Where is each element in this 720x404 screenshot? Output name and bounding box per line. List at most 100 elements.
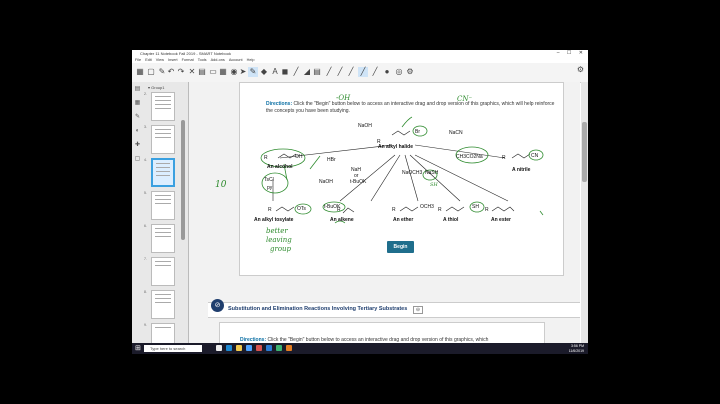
page-number: 6. [144, 224, 147, 228]
begin-button[interactable]: Begin [387, 241, 414, 253]
label-alkene: An alkene [330, 217, 354, 223]
menu-file[interactable]: File [135, 58, 141, 62]
app-icon[interactable] [286, 345, 292, 351]
chrome-icon[interactable] [256, 345, 262, 351]
smart-notebook-icon[interactable] [276, 345, 282, 351]
settings-icon[interactable]: ⚙ [405, 67, 415, 77]
transparency-icon[interactable]: ◎ [394, 67, 404, 77]
reagent-tbuok: t-BuOK [350, 179, 367, 185]
screen-shade-icon[interactable]: ▭ [208, 67, 218, 77]
view-screens-icon[interactable]: ▦ [135, 67, 145, 77]
attachments-icon[interactable]: ✎ [134, 114, 141, 121]
content-page: Directions: Click the "Begin" button bel… [239, 82, 564, 276]
word-icon[interactable] [266, 345, 272, 351]
section-header: ⊘ Substitution and Elimination Reactions… [208, 299, 580, 318]
handwriting-oh-minus: -OH [336, 94, 351, 102]
pen-tool-icon[interactable]: ✎ [248, 67, 258, 77]
scroll-thumb[interactable] [582, 122, 587, 182]
taskbar: ⊞ Type here to search 3:56 PM 11/6/2019 [132, 343, 588, 354]
collapse-icon[interactable]: ⊖ [413, 306, 423, 314]
thickness-icon[interactable]: ● [382, 67, 392, 77]
page-number: 5. [144, 191, 147, 195]
label-r: R [485, 207, 489, 213]
label-oh: OH [295, 154, 303, 160]
menu-account[interactable]: Account [229, 58, 243, 62]
menu-tools[interactable]: Tools [198, 58, 207, 62]
color-red-icon[interactable]: ╱ [370, 67, 380, 77]
label-och3: OCH3 [420, 204, 434, 210]
window-title: Chapter 11 Notebook Fall 2019 - SMART No… [140, 51, 231, 56]
windows-start-icon[interactable]: ⊞ [135, 345, 141, 352]
label-alcohol: An alcohol [267, 164, 293, 170]
section-title: Substitution and Elimination Reactions I… [228, 306, 408, 312]
page-thumbnail[interactable] [151, 224, 175, 253]
label-sh: SH [472, 204, 479, 210]
page-thumbnail[interactable] [151, 125, 175, 154]
store-icon[interactable] [246, 345, 252, 351]
window-controls[interactable]: – ☐ ✕ [557, 50, 586, 57]
page-sorter-icon[interactable]: ▤ [134, 86, 141, 93]
reagent-naoh: NaOH [358, 123, 372, 129]
handwriting-leaving: leaving [266, 236, 292, 244]
menu-format[interactable]: Format [182, 58, 194, 62]
properties-gear-icon[interactable]: ⚙ [577, 65, 584, 74]
clock-date: 11/6/2019 [568, 348, 584, 353]
measure-icon[interactable]: ▤ [312, 67, 322, 77]
taskbar-search[interactable]: Type here to search [144, 345, 202, 352]
color-green-icon[interactable]: ╱ [335, 67, 345, 77]
shapes-icon[interactable]: ◼ [280, 67, 290, 77]
eraser-icon[interactable]: ◆ [259, 67, 269, 77]
edge-icon[interactable] [226, 345, 232, 351]
reagent-hbr: HBr [327, 157, 336, 163]
addons-icon[interactable]: ✚ [134, 142, 141, 149]
file-explorer-icon[interactable] [236, 345, 242, 351]
reagent-naoch3: NaOCH3 [402, 170, 423, 176]
page-thumbnail[interactable] [151, 92, 175, 121]
page-thumbnail[interactable] [151, 257, 175, 286]
canvas-area[interactable]: Directions: Click the "Begin" button bel… [189, 82, 580, 354]
page-thumbnail-selected[interactable] [151, 158, 175, 187]
menu-edit[interactable]: Edit [145, 58, 152, 62]
fill-icon[interactable]: ◢ [302, 67, 312, 77]
taskbar-clock[interactable]: 3:56 PM 11/6/2019 [569, 344, 584, 353]
reagent-ch3co2na: CH3CO2Na [456, 154, 483, 160]
task-view-icon[interactable] [216, 345, 222, 351]
label-br: Br [415, 129, 420, 135]
select-icon[interactable]: ➤ [238, 67, 248, 77]
reagent-tscl: TsCl [264, 177, 274, 183]
page-sorter-sidebar: ▤ ▦ ✎ ◐ ✚ ▢ ▾ Group1 2. 3. 4. 5. 6. 7. 8… [132, 82, 189, 354]
page-icon[interactable]: ▢ [146, 67, 156, 77]
menu-insert[interactable]: Insert [168, 58, 178, 62]
color-black-icon[interactable]: ╱ [324, 67, 334, 77]
page-number: 2. [144, 92, 147, 96]
page-number: 9. [144, 323, 147, 327]
redo-icon[interactable]: ↷ [176, 67, 186, 77]
properties-icon[interactable]: ◐ [134, 128, 141, 135]
group-label[interactable]: ▾ Group1 [148, 85, 164, 90]
color-selected-icon[interactable]: ╱ [358, 67, 368, 77]
label-r: R [337, 207, 341, 213]
text-tool-icon[interactable]: A [270, 67, 280, 77]
title-bar: Chapter 11 Notebook Fall 2019 - SMART No… [132, 50, 588, 57]
smart-notebook-window: Chapter 11 Notebook Fall 2019 - SMART No… [132, 50, 588, 354]
vertical-scrollbar[interactable] [581, 82, 588, 354]
page-number: 7. [144, 257, 147, 261]
color-blue-icon[interactable]: ╱ [346, 67, 356, 77]
section-icon: ⊘ [211, 299, 224, 312]
table-icon[interactable]: ▦ [218, 67, 228, 77]
menu-addons[interactable]: Add-ons [211, 58, 225, 62]
page-thumbnail[interactable] [151, 290, 175, 319]
undo-icon[interactable]: ↶ [166, 67, 176, 77]
clock-time: 3:56 PM [570, 344, 584, 348]
menu-help[interactable]: Help [247, 58, 255, 62]
menu-view[interactable]: View [156, 58, 164, 62]
delete-icon[interactable]: ✕ [187, 67, 197, 77]
gallery-icon[interactable]: ▦ [134, 100, 141, 107]
lesson-icon[interactable]: ▢ [134, 156, 141, 163]
sidebar-scrollbar[interactable] [181, 120, 185, 240]
paste-icon[interactable]: ▤ [197, 67, 207, 77]
label-alkyl-tosylate: An alkyl tosylate [254, 217, 294, 223]
sidebar-tab-icons: ▤ ▦ ✎ ◐ ✚ ▢ [134, 86, 142, 170]
lines-icon[interactable]: ╱ [291, 67, 301, 77]
page-thumbnail[interactable] [151, 191, 175, 220]
